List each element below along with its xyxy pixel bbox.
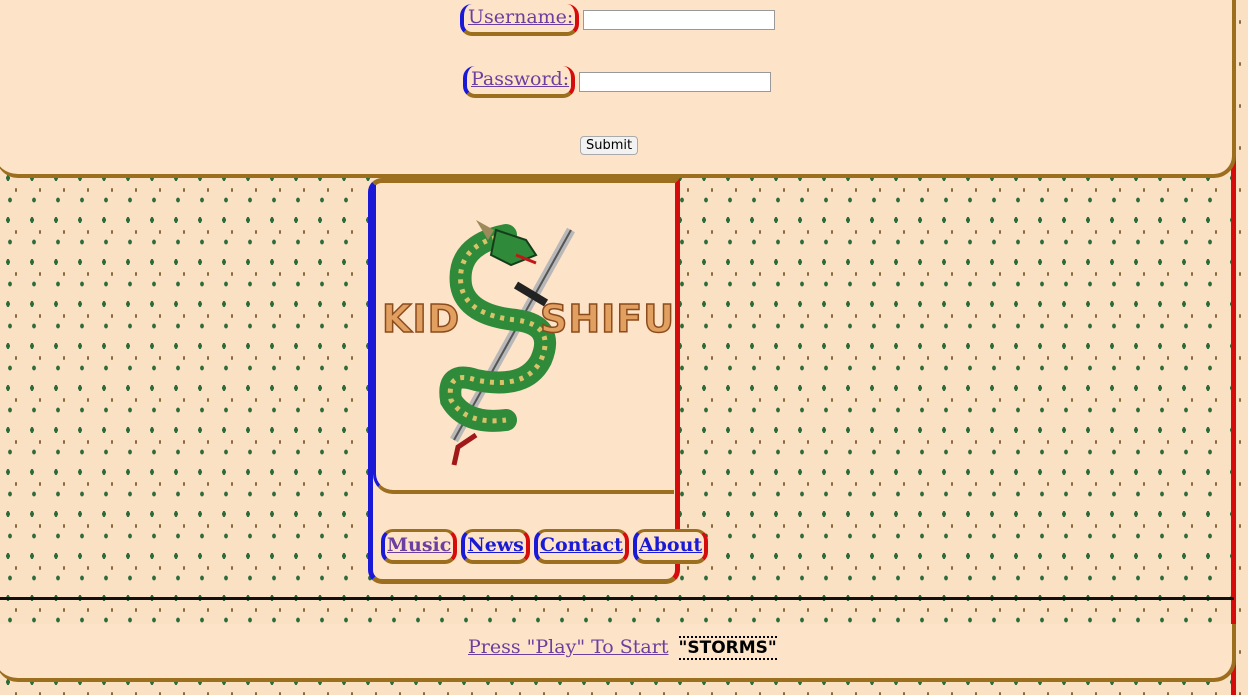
nav-music[interactable]: Music	[381, 529, 458, 564]
password-label: Password:	[463, 66, 576, 98]
main-card: KID SHIFU Music News Contact About	[368, 178, 709, 584]
divider-line	[0, 597, 1234, 600]
username-label: Username:	[460, 4, 580, 36]
logo-word-right: SHIFU	[539, 296, 676, 342]
nav-news[interactable]: News	[461, 529, 530, 564]
password-row: Password:	[463, 66, 772, 98]
nav-contact[interactable]: Contact	[533, 529, 629, 564]
main-nav: Music News Contact About	[381, 529, 709, 564]
nav-about[interactable]: About	[632, 529, 709, 564]
username-input[interactable]	[583, 10, 776, 30]
username-row: Username:	[460, 4, 776, 36]
logo: KID SHIFU	[373, 185, 676, 494]
track-title: "STORMS"	[678, 636, 777, 660]
music-player: Press "Play" To Start "STORMS"	[468, 636, 777, 660]
play-link[interactable]: Press "Play" To Start	[468, 636, 668, 658]
logo-word-left: KID	[381, 296, 461, 342]
password-input[interactable]	[579, 72, 772, 92]
submit-button[interactable]: Submit	[580, 136, 639, 155]
